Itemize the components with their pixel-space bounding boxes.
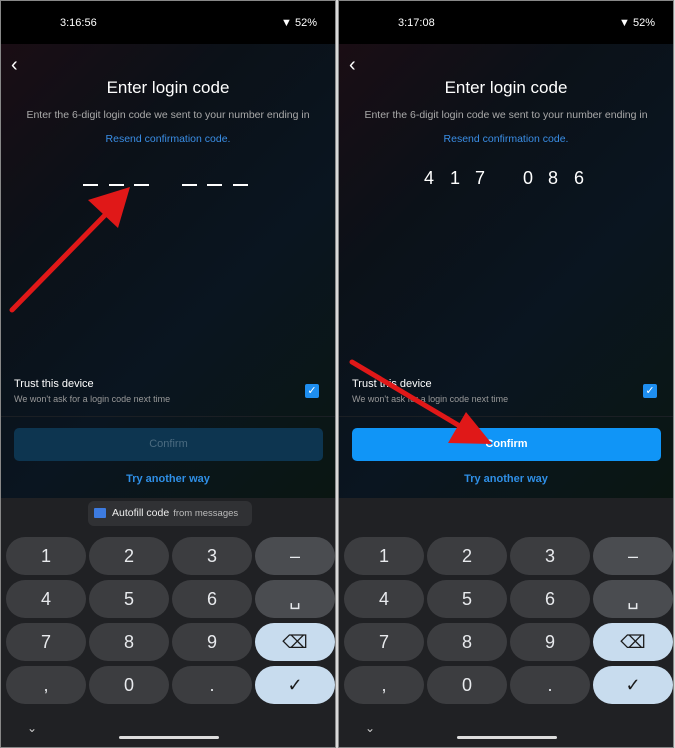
- code-slot: [109, 184, 124, 186]
- key-4[interactable]: 4: [344, 580, 424, 618]
- key-12[interactable]: ,: [344, 666, 424, 704]
- code-slot: [182, 184, 197, 186]
- key-3[interactable]: –: [593, 537, 673, 575]
- key-10[interactable]: 9: [172, 623, 252, 661]
- divider: [1, 416, 335, 417]
- status-time: 3:16:56: [60, 17, 97, 29]
- key-1[interactable]: 2: [427, 537, 507, 575]
- confirm-button[interactable]: Confirm: [14, 428, 323, 461]
- hide-keyboard-icon[interactable]: ⌄: [365, 721, 375, 735]
- code-digit: 4: [423, 168, 434, 188]
- nav-handle[interactable]: [119, 736, 219, 739]
- key-0[interactable]: 1: [344, 537, 424, 575]
- try-another-way-link[interactable]: Try another way: [1, 473, 335, 485]
- key-5[interactable]: 5: [427, 580, 507, 618]
- resend-link[interactable]: Resend confirmation code.: [339, 133, 673, 145]
- code-digit: 6: [573, 168, 584, 188]
- key-8[interactable]: 7: [344, 623, 424, 661]
- key-15[interactable]: ✓: [255, 666, 335, 704]
- battery-percent: 52%: [294, 17, 317, 29]
- key-14[interactable]: .: [510, 666, 590, 704]
- screen-before: 3:16:56 ▼ 52% ‹ Enter login code Enter the 6…: [0, 0, 336, 748]
- confirm-button[interactable]: Confirm: [352, 428, 661, 461]
- try-another-way-link[interactable]: Try another way: [339, 473, 673, 485]
- key-2[interactable]: 3: [510, 537, 590, 575]
- key-6[interactable]: 6: [172, 580, 252, 618]
- wifi-icon: ▼: [619, 17, 633, 29]
- trust-label: Trust this device: [352, 378, 432, 390]
- code-slot: [233, 184, 248, 186]
- keyboard: 1 2 3– 4 5 6 ␣ 7 8 9 ⌫, 0. ✓ ⌄: [339, 498, 673, 747]
- login-view: ‹ Enter login code Enter the 6-digit login…: [339, 44, 673, 498]
- trust-checkbox[interactable]: ✓: [643, 384, 657, 398]
- key-11[interactable]: ⌫: [255, 623, 335, 661]
- divider: [339, 416, 673, 417]
- key-12[interactable]: ,: [6, 666, 86, 704]
- code-digit: 8: [547, 168, 558, 188]
- back-button[interactable]: ‹: [11, 54, 18, 77]
- code-digit: 0: [522, 168, 533, 188]
- key-5[interactable]: 5: [89, 580, 169, 618]
- autofill-chip[interactable]: Autofill code from messages: [88, 501, 252, 526]
- key-7[interactable]: ␣: [593, 580, 673, 618]
- status-bar: 3:16:56 ▼ 52%: [1, 1, 335, 44]
- back-button[interactable]: ‹: [349, 54, 356, 77]
- trust-checkbox[interactable]: ✓: [305, 384, 319, 398]
- key-0[interactable]: 1: [6, 537, 86, 575]
- login-view: ‹ Enter login code Enter the 6-digit login…: [1, 44, 335, 498]
- key-13[interactable]: 0: [89, 666, 169, 704]
- key-7[interactable]: ␣: [255, 580, 335, 618]
- message-icon: [94, 508, 106, 518]
- key-11[interactable]: ⌫: [593, 623, 673, 661]
- key-14[interactable]: .: [172, 666, 252, 704]
- status-icons: ▼ 52%: [619, 17, 655, 29]
- screen-after: 3:17:08 ▼ 52% ‹ Enter login code Enter the 6…: [338, 0, 674, 748]
- battery-percent: 52%: [632, 17, 655, 29]
- code-digit: 1: [449, 168, 460, 188]
- nav-handle[interactable]: [457, 736, 557, 739]
- subtitle: Enter the 6-digit login code we sent to …: [364, 109, 648, 121]
- key-4[interactable]: 4: [6, 580, 86, 618]
- key-9[interactable]: 8: [427, 623, 507, 661]
- status-icons: ▼ 52%: [281, 17, 317, 29]
- code-slot: [83, 184, 98, 186]
- page-title: Enter login code: [106, 78, 230, 97]
- key-9[interactable]: 8: [89, 623, 169, 661]
- trust-sub: We won't ask for a login code next time: [14, 394, 171, 404]
- trust-sub: We won't ask for a login code next time: [352, 394, 509, 404]
- code-input[interactable]: [1, 168, 335, 192]
- wifi-icon: ▼: [281, 17, 295, 29]
- code-digit: 7: [474, 168, 485, 188]
- key-13[interactable]: 0: [427, 666, 507, 704]
- trust-label: Trust this device: [14, 378, 94, 390]
- key-3[interactable]: –: [255, 537, 335, 575]
- status-time: 3:17:08: [398, 17, 435, 29]
- key-8[interactable]: 7: [6, 623, 86, 661]
- code-input[interactable]: 417 086: [339, 168, 673, 192]
- key-15[interactable]: ✓: [593, 666, 673, 704]
- autofill-sub: from messages: [173, 508, 239, 519]
- code-slot: [134, 184, 149, 186]
- resend-link[interactable]: Resend confirmation code.: [1, 133, 335, 145]
- key-6[interactable]: 6: [510, 580, 590, 618]
- key-10[interactable]: 9: [510, 623, 590, 661]
- subtitle: Enter the 6-digit login code we sent to …: [26, 109, 310, 121]
- code-slot: [207, 184, 222, 186]
- page-title: Enter login code: [444, 78, 568, 97]
- key-1[interactable]: 2: [89, 537, 169, 575]
- status-bar: 3:17:08 ▼ 52%: [339, 1, 673, 44]
- key-2[interactable]: 3: [172, 537, 252, 575]
- keyboard: Autofill code from messages 1 2 3–4 5 6 ␣ 7 8 9 ⌫, 0…: [1, 498, 335, 747]
- autofill-label: Autofill code: [112, 507, 170, 519]
- hide-keyboard-icon[interactable]: ⌄: [27, 721, 37, 735]
